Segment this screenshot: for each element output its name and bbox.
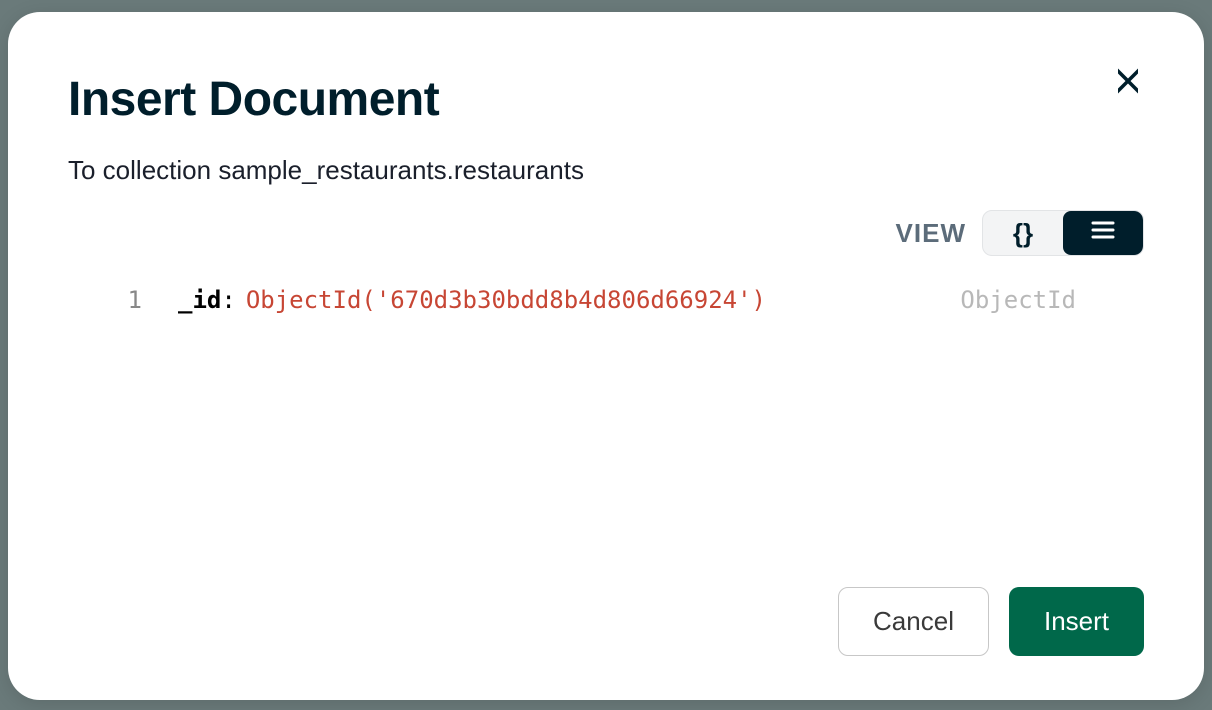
modal-footer: Cancel Insert <box>68 567 1144 656</box>
view-toggle: {} <box>982 210 1144 256</box>
line-content[interactable]: _id: ObjectId('670d3b30bdd8b4d806d66924'… <box>178 286 766 314</box>
field-value[interactable]: ObjectId('670d3b30bdd8b4d806d66924') <box>246 286 766 314</box>
cancel-button[interactable]: Cancel <box>838 587 989 656</box>
field-type[interactable]: ObjectId <box>960 286 1144 314</box>
colon: : <box>221 286 235 314</box>
modal-title: Insert Document <box>68 72 1144 127</box>
close-icon <box>1113 66 1143 101</box>
close-button[interactable] <box>1112 67 1144 99</box>
insert-button[interactable]: Insert <box>1009 587 1144 656</box>
modal-subtitle: To collection sample_restaurants.restaur… <box>68 155 1144 186</box>
braces-icon: {} <box>1013 218 1033 249</box>
view-list-button[interactable] <box>1063 211 1143 255</box>
view-json-button[interactable]: {} <box>983 211 1063 255</box>
collection-name: sample_restaurants.restaurants <box>218 155 584 185</box>
editor-line: 1 _id: ObjectId('670d3b30bdd8b4d806d6692… <box>68 286 1144 314</box>
view-switcher-row: VIEW {} <box>68 210 1144 256</box>
view-label: VIEW <box>896 218 966 249</box>
list-icon <box>1091 219 1115 247</box>
field-key: _id <box>178 286 221 314</box>
document-editor[interactable]: 1 _id: ObjectId('670d3b30bdd8b4d806d6692… <box>68 286 1144 567</box>
subtitle-prefix: To collection <box>68 155 218 185</box>
insert-document-modal: Insert Document To collection sample_res… <box>8 12 1204 700</box>
line-number: 1 <box>68 286 178 314</box>
